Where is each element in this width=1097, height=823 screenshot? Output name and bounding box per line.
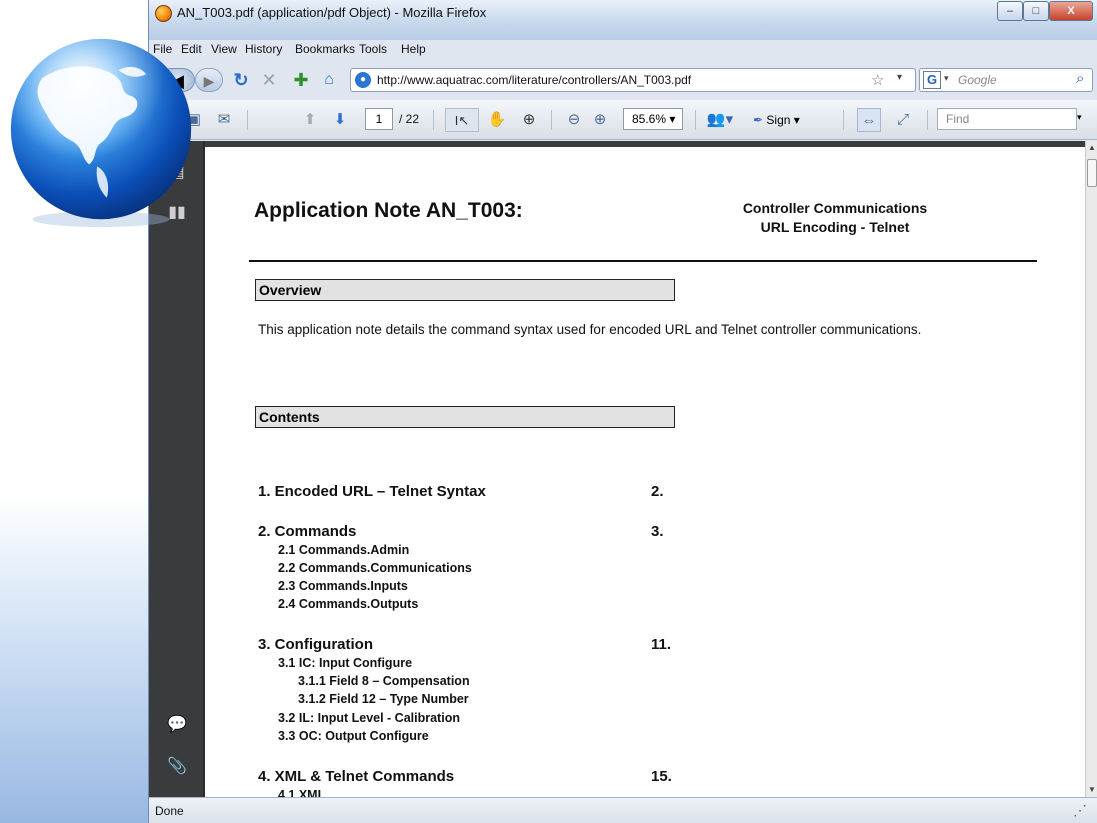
firefox-icon — [155, 5, 172, 22]
toc-subentry[interactable]: 2.3 Commands.Inputs — [278, 579, 408, 593]
next-page-icon[interactable]: ⬇ — [329, 108, 351, 132]
sign-label: Sign — [766, 113, 791, 127]
toolbar-divider — [695, 110, 696, 130]
toc-page-number: 2. — [651, 483, 664, 500]
resize-grip-icon[interactable]: ⋰ — [1073, 802, 1087, 819]
toc-entry[interactable]: 1. Encoded URL – Telnet Syntax — [258, 483, 486, 500]
window-title: AN_T003.pdf (application/pdf Object) - M… — [177, 5, 487, 20]
url-text[interactable]: http://www.aquatrac.com/literature/contr… — [377, 73, 691, 87]
search-engine-icon[interactable]: G — [923, 71, 941, 89]
vertical-scrollbar[interactable]: ▲ ▼ — [1085, 141, 1097, 797]
toolbar-divider — [927, 110, 928, 130]
toc-subentry[interactable]: 2.2 Commands.Communications — [278, 561, 472, 575]
fit-width-icon[interactable]: ⇔ — [857, 108, 881, 132]
home-icon[interactable]: ⌂ — [317, 68, 341, 92]
scroll-up-icon[interactable]: ▲ — [1086, 141, 1097, 155]
globe-icon — [10, 38, 192, 228]
toolbar-divider — [843, 110, 844, 130]
toc-entry[interactable]: 2. Commands — [258, 523, 356, 540]
marquee-zoom-icon[interactable]: ⊕ — [517, 108, 541, 132]
menu-view[interactable]: View — [211, 42, 237, 56]
contents-heading: Contents — [255, 406, 675, 428]
scroll-down-icon[interactable]: ▼ — [1086, 783, 1097, 797]
navigation-bar: ◀ ▶ ↻ ✕ ✚ ⌂ ● http://www.aquatrac.com/li… — [149, 60, 1097, 100]
document-subtitle: Controller Communications URL Encoding -… — [685, 199, 985, 237]
search-input[interactable]: Google — [958, 73, 1068, 87]
url-bar[interactable]: ● http://www.aquatrac.com/literature/con… — [350, 68, 916, 92]
browser-window: AN_T003.pdf (application/pdf Object) - M… — [148, 0, 1097, 823]
toc-subentry[interactable]: 4.1 XML — [278, 788, 325, 797]
email-icon[interactable]: ✉ — [213, 108, 235, 132]
menu-bar: File Edit View History Bookmarks Tools H… — [149, 40, 1097, 60]
toc-subentry[interactable]: 3.1 IC: Input Configure — [278, 656, 412, 670]
attachments-panel-icon[interactable]: 📎 — [165, 755, 189, 779]
toolbar-divider — [551, 110, 552, 130]
menu-history[interactable]: History — [245, 42, 282, 56]
close-button[interactable]: X — [1049, 1, 1093, 21]
toc-subentry[interactable]: 3.1.2 Field 12 – Type Number — [298, 692, 469, 706]
stop-icon[interactable]: ✕ — [257, 68, 281, 92]
toolbar-divider — [247, 110, 248, 130]
toc-subentry[interactable]: 3.1.1 Field 8 – Compensation — [298, 674, 470, 688]
site-identity-icon[interactable]: ● — [355, 72, 371, 88]
menu-tools[interactable]: Tools — [359, 42, 387, 56]
hand-tool-icon[interactable]: ✋ — [485, 108, 509, 132]
minimize-button[interactable]: – — [997, 1, 1023, 21]
menu-help[interactable]: Help — [401, 42, 426, 56]
zoom-select[interactable]: 85.6% ▾ — [623, 108, 683, 130]
maximize-button[interactable]: □ — [1023, 1, 1049, 21]
zoom-out-icon[interactable]: ⊖ — [563, 108, 585, 132]
reload-icon[interactable]: ↻ — [229, 68, 253, 92]
bookmark-add-icon[interactable]: ✚ — [289, 68, 313, 92]
document-view: Application Note AN_T003: Controller Com… — [205, 141, 1085, 797]
select-tool-icon[interactable]: I↖ — [445, 108, 479, 132]
zoom-value: 85.6% — [632, 112, 667, 126]
document-title: Application Note AN_T003: — [254, 199, 523, 222]
subtitle-line: URL Encoding - Telnet — [760, 219, 910, 235]
toc-subentry[interactable]: 2.1 Commands.Admin — [278, 543, 409, 557]
toc-page-number: 3. — [651, 523, 664, 540]
page-total: / 22 — [399, 112, 420, 126]
fit-page-icon[interactable]: ⤢ — [891, 108, 915, 132]
pdf-page: Application Note AN_T003: Controller Com… — [205, 147, 1085, 797]
toc-entry[interactable]: 3. Configuration — [258, 636, 373, 653]
url-history-dropdown-icon[interactable]: ▾ — [897, 72, 902, 83]
search-engine-dropdown-icon[interactable]: ▾ — [944, 73, 949, 84]
pen-icon: ✒ — [753, 113, 764, 127]
toc-page-number: 15. — [651, 768, 672, 785]
title-divider — [249, 260, 1037, 262]
title-bar: AN_T003.pdf (application/pdf Object) - M… — [149, 0, 1097, 40]
menu-bookmarks[interactable]: Bookmarks — [295, 42, 355, 56]
zoom-in-icon[interactable]: ⊕ — [589, 108, 611, 132]
overview-paragraph: This application note details the comman… — [258, 322, 922, 337]
pdf-toolbar: ▣ ✉ ⬆ ⬇ 1 / 22 I↖ ✋ ⊕ ⊖ ⊕ 85.6% ▾ 👥▾ ✒ S… — [149, 100, 1097, 140]
previous-page-icon[interactable]: ⬆ — [299, 108, 321, 132]
toc-subentry[interactable]: 3.2 IL: Input Level - Calibration — [278, 711, 460, 725]
toolbar-divider — [433, 110, 434, 130]
toc-subentry[interactable]: 2.4 Commands.Outputs — [278, 597, 418, 611]
toc-entry[interactable]: 4. XML & Telnet Commands — [258, 768, 454, 785]
subtitle-line: Controller Communications — [742, 200, 928, 216]
status-text: Done — [155, 804, 184, 818]
status-bar: Done ⋰ — [149, 797, 1097, 823]
scroll-thumb[interactable] — [1087, 159, 1097, 187]
sign-button[interactable]: ✒ Sign ▾ — [753, 108, 800, 132]
find-dropdown-icon[interactable]: ▾ — [1077, 112, 1082, 123]
overview-heading: Overview — [255, 279, 675, 301]
search-bar[interactable]: G ▾ Google ⌕ — [919, 68, 1093, 92]
navigation-pane: ▤ ▮▮ 💬 📎 — [149, 141, 205, 797]
toc-page-number: 11. — [651, 636, 672, 653]
find-input[interactable]: Find — [937, 108, 1077, 130]
collaborate-icon[interactable]: 👥▾ — [705, 108, 735, 132]
page-number-input[interactable]: 1 — [365, 108, 393, 130]
comments-panel-icon[interactable]: 💬 — [165, 713, 189, 737]
star-icon[interactable]: ☆ — [871, 71, 884, 89]
forward-button[interactable]: ▶ — [195, 68, 223, 92]
toc-subentry[interactable]: 3.3 OC: Output Configure — [278, 729, 429, 743]
search-icon[interactable]: ⌕ — [1076, 70, 1084, 87]
